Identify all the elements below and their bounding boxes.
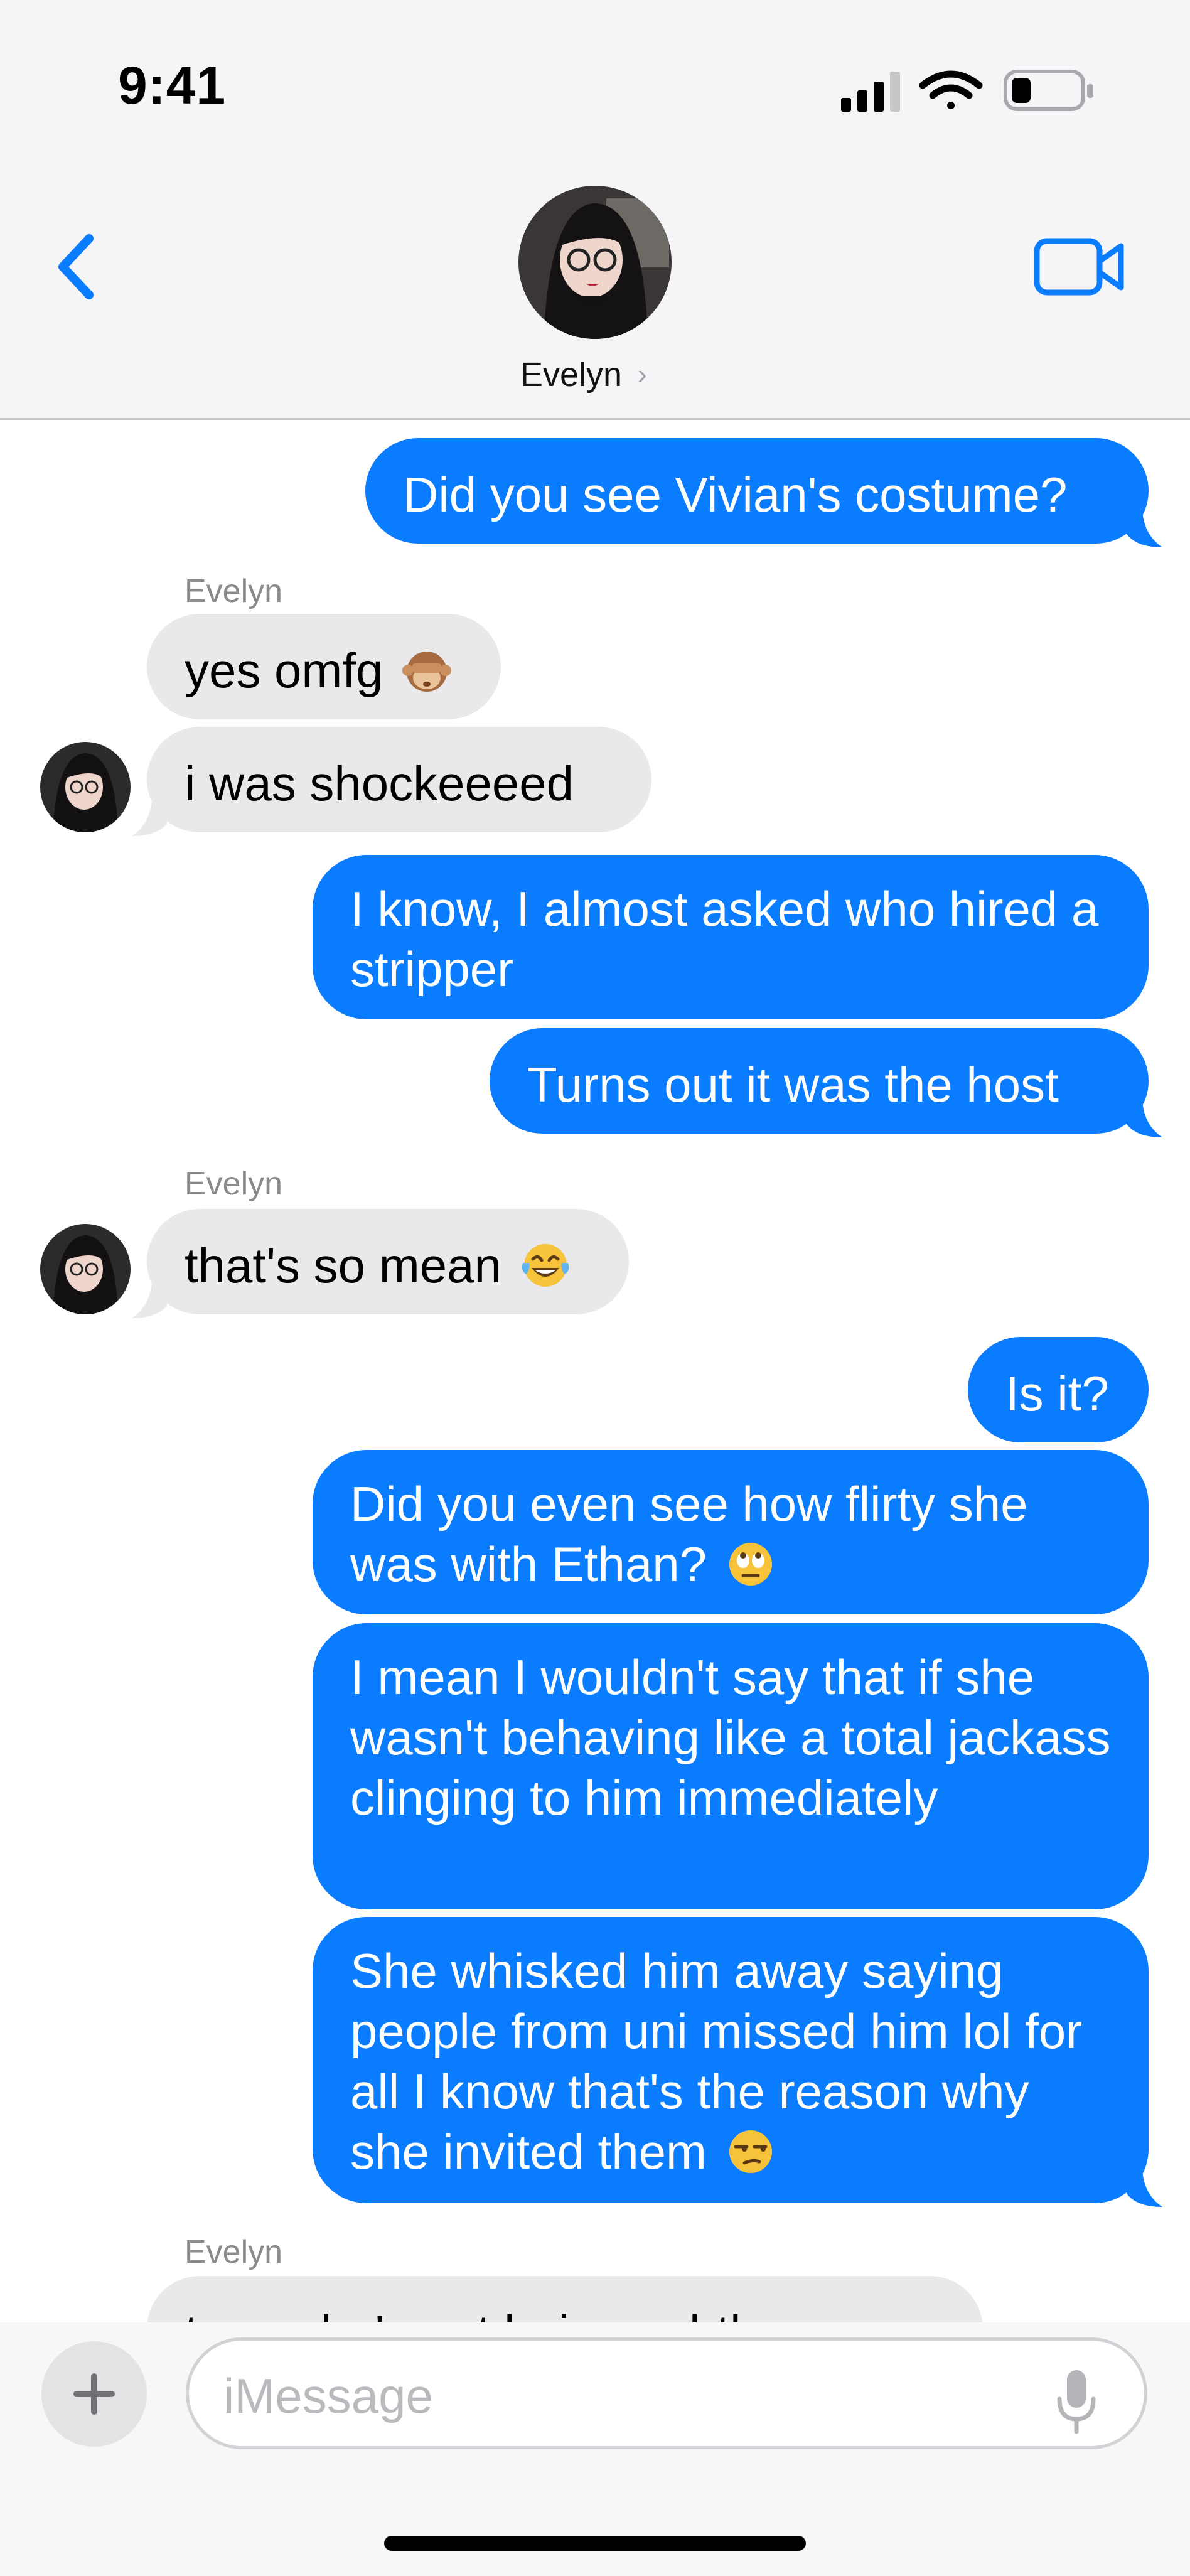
laughing-tears-icon <box>522 1244 569 1287</box>
message-bubble-outgoing[interactable]: I know, I almost asked who hired a strip… <box>313 855 1149 1019</box>
message-bubble-outgoing[interactable]: She whisked him away saying people from … <box>313 1917 1149 2203</box>
microphone-icon[interactable] <box>1054 2368 1098 2437</box>
header-divider <box>0 418 1190 420</box>
message-text: i was shockeeeed <box>185 756 574 811</box>
message-bubble-outgoing[interactable]: I mean I wouldn't say that if she wasn't… <box>313 1623 1149 1909</box>
wifi-icon <box>919 70 983 109</box>
signal-icon <box>841 72 900 112</box>
bubble-tail <box>1127 2169 1162 2207</box>
bubble-tail <box>132 1280 167 1318</box>
battery-icon <box>1004 70 1093 111</box>
unamused-icon <box>729 2130 772 2174</box>
contact-chevron-icon[interactable]: › <box>638 359 647 390</box>
sender-avatar[interactable] <box>40 742 131 832</box>
contact-avatar[interactable] <box>518 186 672 339</box>
eye-roll-icon <box>729 1543 772 1586</box>
message-bubble-outgoing[interactable]: Turns out it was the host <box>490 1028 1149 1134</box>
sender-name: Evelyn <box>185 2234 283 2270</box>
contact-name[interactable]: Evelyn <box>477 355 665 394</box>
bubble-tail <box>132 798 167 836</box>
sender-avatar[interactable] <box>40 1224 131 1314</box>
message-bubble-outgoing[interactable]: Is it? <box>968 1337 1149 1442</box>
plus-icon[interactable] <box>41 2341 147 2447</box>
sender-name: Evelyn <box>185 573 283 609</box>
message-text: Did you even see how flirty she was with… <box>350 1476 1028 1592</box>
message-text: I know, I almost asked who hired a strip… <box>350 881 1099 997</box>
message-text: Did you see Vivian's costume? <box>403 467 1068 522</box>
bubble-tail <box>1127 510 1162 547</box>
message-text: Is it? <box>1005 1366 1109 1421</box>
see-no-evil-monkey-icon <box>402 652 452 692</box>
message-text: that's so mean <box>185 1238 501 1293</box>
message-text: I mean I wouldn't say that if she wasn't… <box>350 1650 1111 1825</box>
status-icons <box>841 70 1093 112</box>
message-bubble-outgoing[interactable]: Did you see Vivian's costume? <box>365 438 1149 544</box>
message-text: She whisked him away saying people from … <box>350 1943 1083 2179</box>
status-time: 9:41 <box>118 56 227 115</box>
message-bubble-incoming[interactable]: i was shockeeeed <box>147 727 651 832</box>
message-text: Turns out it was the host <box>527 1057 1059 1112</box>
video-camera-icon[interactable] <box>1029 232 1130 301</box>
message-text: yes omfg <box>185 643 383 698</box>
bubble-tail <box>1127 1100 1162 1137</box>
sender-name: Evelyn <box>185 1166 283 1202</box>
message-bubble-incoming[interactable]: that's so mean <box>147 1209 629 1314</box>
message-bubble-outgoing[interactable]: Did you even see how flirty she was with… <box>313 1450 1149 1614</box>
message-input-placeholder: iMessage <box>223 2368 433 2423</box>
chevron-left-icon[interactable] <box>44 226 113 308</box>
message-bubble-incoming[interactable]: yes omfg <box>147 614 501 719</box>
home-indicator <box>384 2536 806 2551</box>
